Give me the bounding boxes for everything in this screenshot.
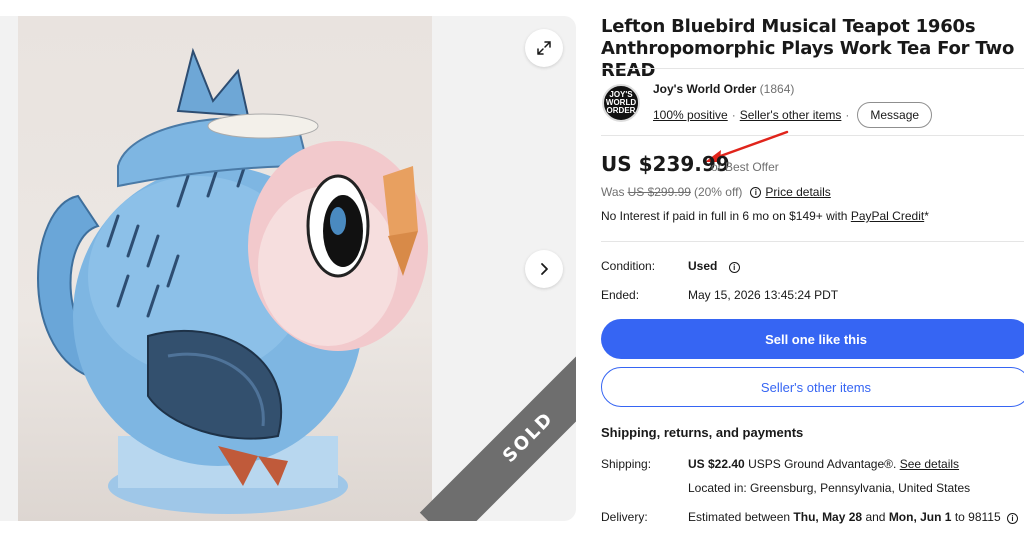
best-offer-label: or Best Offer [711, 160, 779, 174]
was-price: US $299.99 [627, 185, 691, 199]
discount: (20% off) [693, 185, 743, 199]
delivery-label: Delivery: [601, 510, 648, 524]
item-title: Lefton Bluebird Musical Teapot 1960s Ant… [601, 16, 1015, 81]
divider [601, 68, 1024, 69]
shipping-method: USPS Ground Advantage [748, 457, 885, 471]
image-gallery: SOLD [0, 16, 576, 521]
interest-row: No Interest if paid in full in 6 mo on $… [601, 209, 929, 223]
delivery-value: Estimated between Thu, May 28 and Mon, J… [688, 510, 1018, 524]
sellers-other-items-button[interactable]: Seller's other items [601, 367, 1024, 407]
seller-name[interactable]: Joy's World Order [653, 82, 756, 96]
ended-value: May 15, 2026 13:45:24 PDT [688, 288, 839, 302]
expand-image-button[interactable] [525, 29, 563, 67]
seller-other-items-link[interactable]: Seller's other items [740, 108, 842, 122]
item-details-panel: Lefton Bluebird Musical Teapot 1960s Ant… [601, 0, 1024, 541]
info-icon[interactable]: i [750, 186, 762, 198]
sell-one-like-this-button[interactable]: Sell one like this [601, 319, 1024, 359]
sold-ribbon: SOLD [419, 328, 576, 521]
located-in: Located in: Greensburg, Pennsylvania, Un… [688, 481, 971, 495]
teapot-illustration [37, 47, 428, 514]
shipping-section-title: Shipping, returns, and payments [601, 425, 804, 440]
condition-value: Used [688, 259, 718, 273]
product-photo[interactable] [18, 16, 432, 521]
condition-label: Condition: [601, 259, 656, 273]
seller-feedback-count: (1864) [759, 82, 795, 96]
interest-text: No Interest if paid in full in 6 mo on $… [601, 209, 848, 223]
delivery-info-icon[interactable]: i [1007, 513, 1018, 524]
was-label: Was [601, 185, 625, 199]
seller-logo-text: JOY'S WORLD ORDER [605, 90, 637, 115]
divider [601, 135, 1024, 136]
price-details-link[interactable]: Price details [765, 185, 830, 199]
see-details-link[interactable]: See details [900, 457, 959, 471]
shipping-label: Shipping: [601, 457, 652, 471]
shipping-cost: US $22.40 [688, 457, 745, 471]
paypal-credit-link[interactable]: PayPal Credit [851, 209, 924, 223]
ended-label: Ended: [601, 288, 640, 302]
shipping-value: US $22.40 USPS Ground Advantage®. See de… [688, 457, 960, 471]
seller-logo[interactable]: JOY'S WORLD ORDER [602, 84, 640, 122]
sold-label: SOLD [498, 407, 558, 467]
next-image-button[interactable] [525, 250, 563, 288]
chevron-right-icon [541, 263, 548, 275]
positive-feedback-link[interactable]: 100% positive [653, 108, 728, 122]
message-button[interactable]: Message [857, 102, 933, 128]
expand-arrows-icon [537, 41, 551, 55]
divider [601, 241, 1024, 242]
condition-value-wrap: Used i [688, 259, 740, 273]
condition-info-icon[interactable]: i [728, 262, 740, 273]
seller-info: JOY'S WORLD ORDER Joy's World Order (186… [601, 80, 1024, 130]
seller-links: 100% positive · Seller's other items · M… [653, 102, 933, 128]
seller-name-row: Joy's World Order (1864) [653, 82, 794, 96]
was-price-row: Was US $299.99 (20% off) i Price details [601, 185, 831, 199]
